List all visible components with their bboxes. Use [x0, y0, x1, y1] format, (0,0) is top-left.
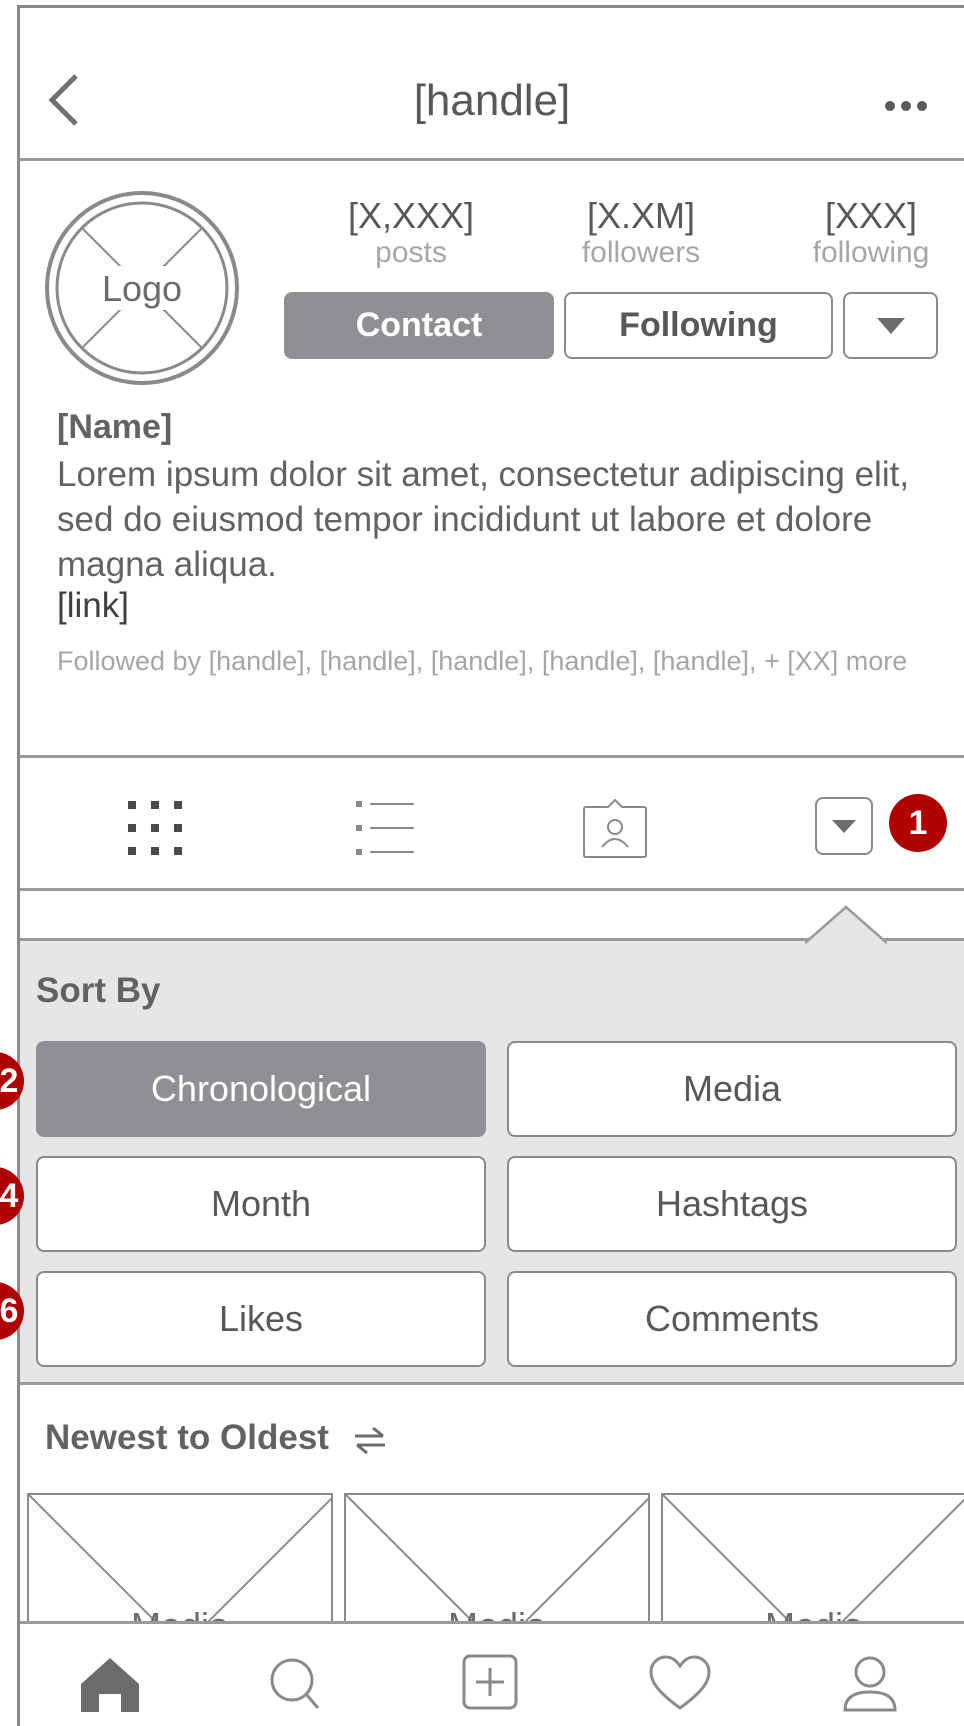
header-divider [20, 158, 964, 161]
list-icon [356, 801, 414, 855]
home-icon [81, 1658, 139, 1712]
bottom-nav [20, 1621, 964, 1726]
tabs-divider [20, 888, 964, 891]
annotation-badge-1: 1 [889, 794, 947, 852]
stat-posts-label: posts [375, 236, 447, 269]
avatar: Logo [44, 190, 240, 386]
followed-by-text[interactable]: Followed by [handle], [handle], [handle]… [57, 638, 917, 685]
tab-tagged[interactable] [580, 793, 650, 863]
sort-option-likes[interactable]: Likes [36, 1271, 486, 1367]
stat-following-value: [XXX] [824, 195, 918, 236]
search-icon [270, 1658, 320, 1709]
phone-frame: [handle] Logo [X,XXX] posts [X.XM] follo… [17, 5, 964, 1726]
page-title: [handle] [413, 76, 571, 125]
media-thumbnail[interactable]: Media [27, 1493, 333, 1633]
sort-option-hashtags[interactable]: Hashtags [507, 1156, 957, 1252]
stat-following-label: following [812, 236, 930, 269]
stat-followers-label: followers [581, 236, 701, 269]
annotation-badge-2-label: 2 [0, 1061, 19, 1100]
triangle-down-icon [876, 317, 905, 334]
logo-label: Logo [101, 268, 183, 309]
tab-grid[interactable] [120, 793, 190, 863]
sort-option-month[interactable]: Month [36, 1156, 486, 1252]
annotation-badge-4-label: 4 [0, 1176, 19, 1215]
stat-posts-value: [X,XXX] [347, 195, 475, 236]
profile-name: [Name] [57, 408, 173, 446]
profile-icon [843, 1656, 897, 1712]
profile-dropdown-button[interactable] [843, 292, 938, 359]
stat-followers[interactable]: [X.XM] followers [541, 196, 741, 270]
swap-arrows-icon [354, 1426, 385, 1454]
stat-posts[interactable]: [X,XXX] posts [311, 196, 511, 270]
nav-activity[interactable] [645, 1654, 715, 1714]
nav-home[interactable] [75, 1654, 145, 1714]
nav-profile[interactable] [835, 1654, 905, 1714]
profile-link[interactable]: [link] [57, 586, 129, 626]
sort-option-chronological[interactable]: Chronological [36, 1041, 486, 1137]
sort-option-media[interactable]: Media [507, 1041, 957, 1137]
grid-icon [128, 801, 182, 855]
profile-bio: Lorem ipsum dolor sit amet, consectetur … [57, 455, 910, 584]
bio-divider [20, 755, 964, 758]
sort-option-comments[interactable]: Comments [507, 1271, 957, 1367]
media-thumbnail[interactable]: Media [661, 1493, 964, 1633]
more-button[interactable] [882, 96, 932, 116]
tab-list[interactable] [350, 793, 420, 863]
contact-button[interactable]: Contact [284, 292, 554, 359]
panel-pointer [805, 905, 887, 944]
stat-following[interactable]: [XXX] following [771, 196, 964, 270]
sort-panel: Sort By Chronological Media Month Hashta… [20, 938, 964, 1385]
triangle-down-icon [832, 820, 856, 833]
stat-followers-value: [X.XM] [586, 195, 696, 236]
sort-title: Sort By [36, 971, 161, 1010]
more-dots-icon [885, 101, 927, 111]
heart-icon [649, 1655, 711, 1710]
nav-create[interactable] [455, 1654, 525, 1714]
annotation-badge-6-label: 6 [0, 1291, 19, 1330]
tagged-icon [583, 798, 647, 858]
add-post-icon [462, 1654, 518, 1710]
sort-order-toggle[interactable]: Newest to Oldest [45, 1418, 387, 1458]
nav-search[interactable] [260, 1654, 330, 1714]
media-thumbnail[interactable]: Media [344, 1493, 650, 1633]
tab-sort-dropdown[interactable] [815, 797, 873, 855]
sort-order-label: Newest to Oldest [45, 1418, 329, 1457]
following-button[interactable]: Following [564, 292, 833, 359]
